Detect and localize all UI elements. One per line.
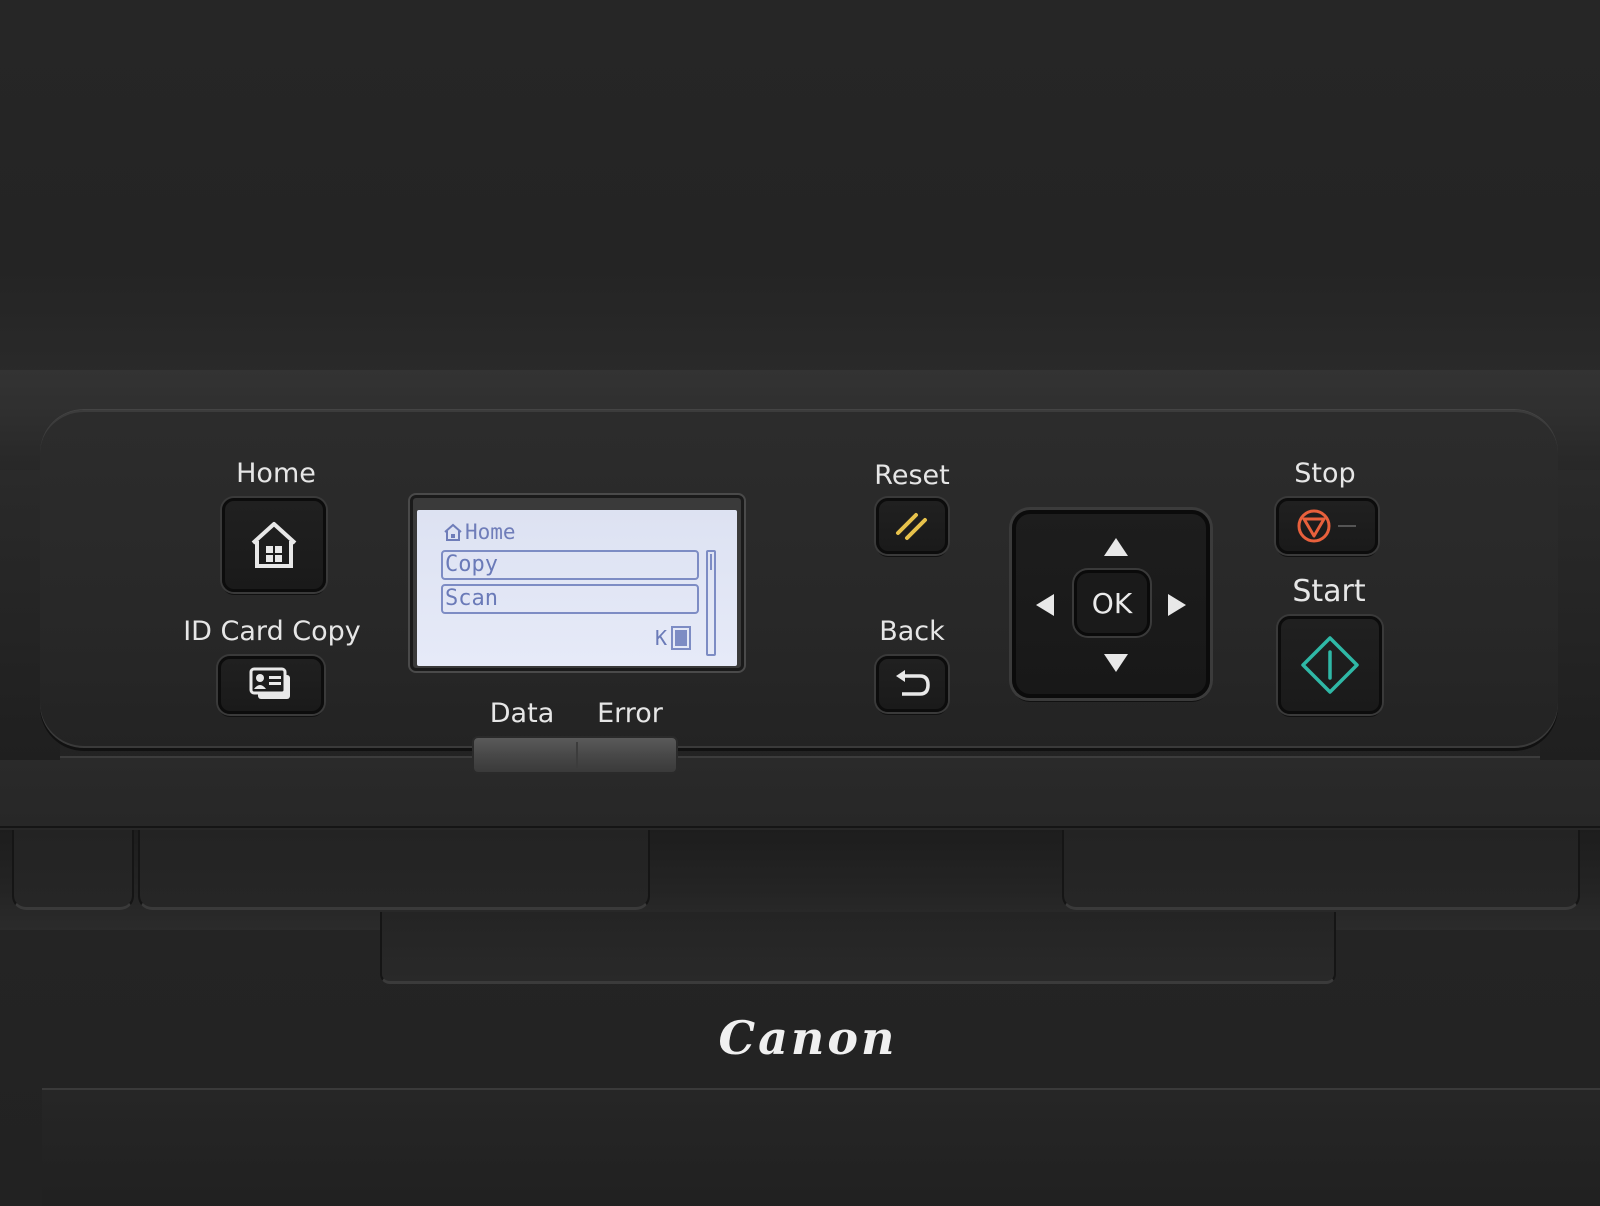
brand-logo: Canon xyxy=(640,1010,976,1070)
lcd-scrollbar-thumb xyxy=(710,554,712,570)
paper-tray[interactable] xyxy=(42,1088,1600,1206)
reset-button[interactable] xyxy=(876,498,948,554)
right-arrow-button[interactable] xyxy=(1168,594,1186,616)
start-button[interactable] xyxy=(1278,616,1382,714)
lcd-title-text: Home xyxy=(465,520,516,544)
id-card-copy-button[interactable] xyxy=(218,656,324,714)
down-arrow-button[interactable] xyxy=(1104,654,1128,672)
stop-label: Stop xyxy=(1294,458,1356,489)
data-indicator-label: Data xyxy=(489,698,555,729)
reset-label: Reset xyxy=(874,460,950,491)
back-button[interactable] xyxy=(876,656,948,712)
back-label: Back xyxy=(879,616,945,647)
lcd-menu-item-copy[interactable]: Copy xyxy=(441,550,699,580)
body-divider-line xyxy=(0,826,1600,828)
front-tab-right xyxy=(1062,830,1580,910)
lcd-title: Home xyxy=(443,520,516,544)
up-arrow-button[interactable] xyxy=(1104,538,1128,556)
toner-indicator: K xyxy=(655,626,692,650)
lcd-scrollbar xyxy=(706,550,716,656)
home-button[interactable] xyxy=(222,498,326,592)
printer-scene: Canon Home ID Card Copy Home Copy Scan K… xyxy=(0,0,1600,1206)
front-tab-left-edge xyxy=(12,830,134,910)
scanner-lid xyxy=(0,0,1600,380)
lcd-home-icon xyxy=(444,523,462,541)
error-indicator-label: Error xyxy=(597,698,663,729)
start-diamond-icon xyxy=(1301,636,1359,694)
status-light-divider xyxy=(576,742,578,768)
lcd-menu-item-scan[interactable]: Scan xyxy=(441,584,699,614)
toner-level-icon xyxy=(671,626,692,650)
stop-icon xyxy=(1297,509,1356,543)
toner-label: K xyxy=(655,626,668,650)
stop-button[interactable] xyxy=(1276,498,1378,554)
start-label: Start xyxy=(1292,574,1366,609)
home-label: Home xyxy=(236,458,316,489)
reset-slash-icon xyxy=(896,513,927,540)
status-light-bar xyxy=(472,736,678,774)
id-card-icon xyxy=(249,667,290,699)
house-icon xyxy=(251,522,297,568)
lcd-screen: Home Copy Scan K xyxy=(417,510,737,666)
front-tab-left xyxy=(138,830,650,910)
paper-output-slot xyxy=(380,912,1336,984)
panel-divider-line xyxy=(0,756,1600,758)
ok-button[interactable]: OK xyxy=(1074,570,1150,636)
navigation-pad: OK xyxy=(1012,510,1210,698)
left-arrow-button[interactable] xyxy=(1036,594,1054,616)
svg-text:Canon: Canon xyxy=(719,1011,898,1065)
id-card-copy-label: ID Card Copy xyxy=(183,616,361,647)
back-arrow-icon xyxy=(896,670,930,696)
